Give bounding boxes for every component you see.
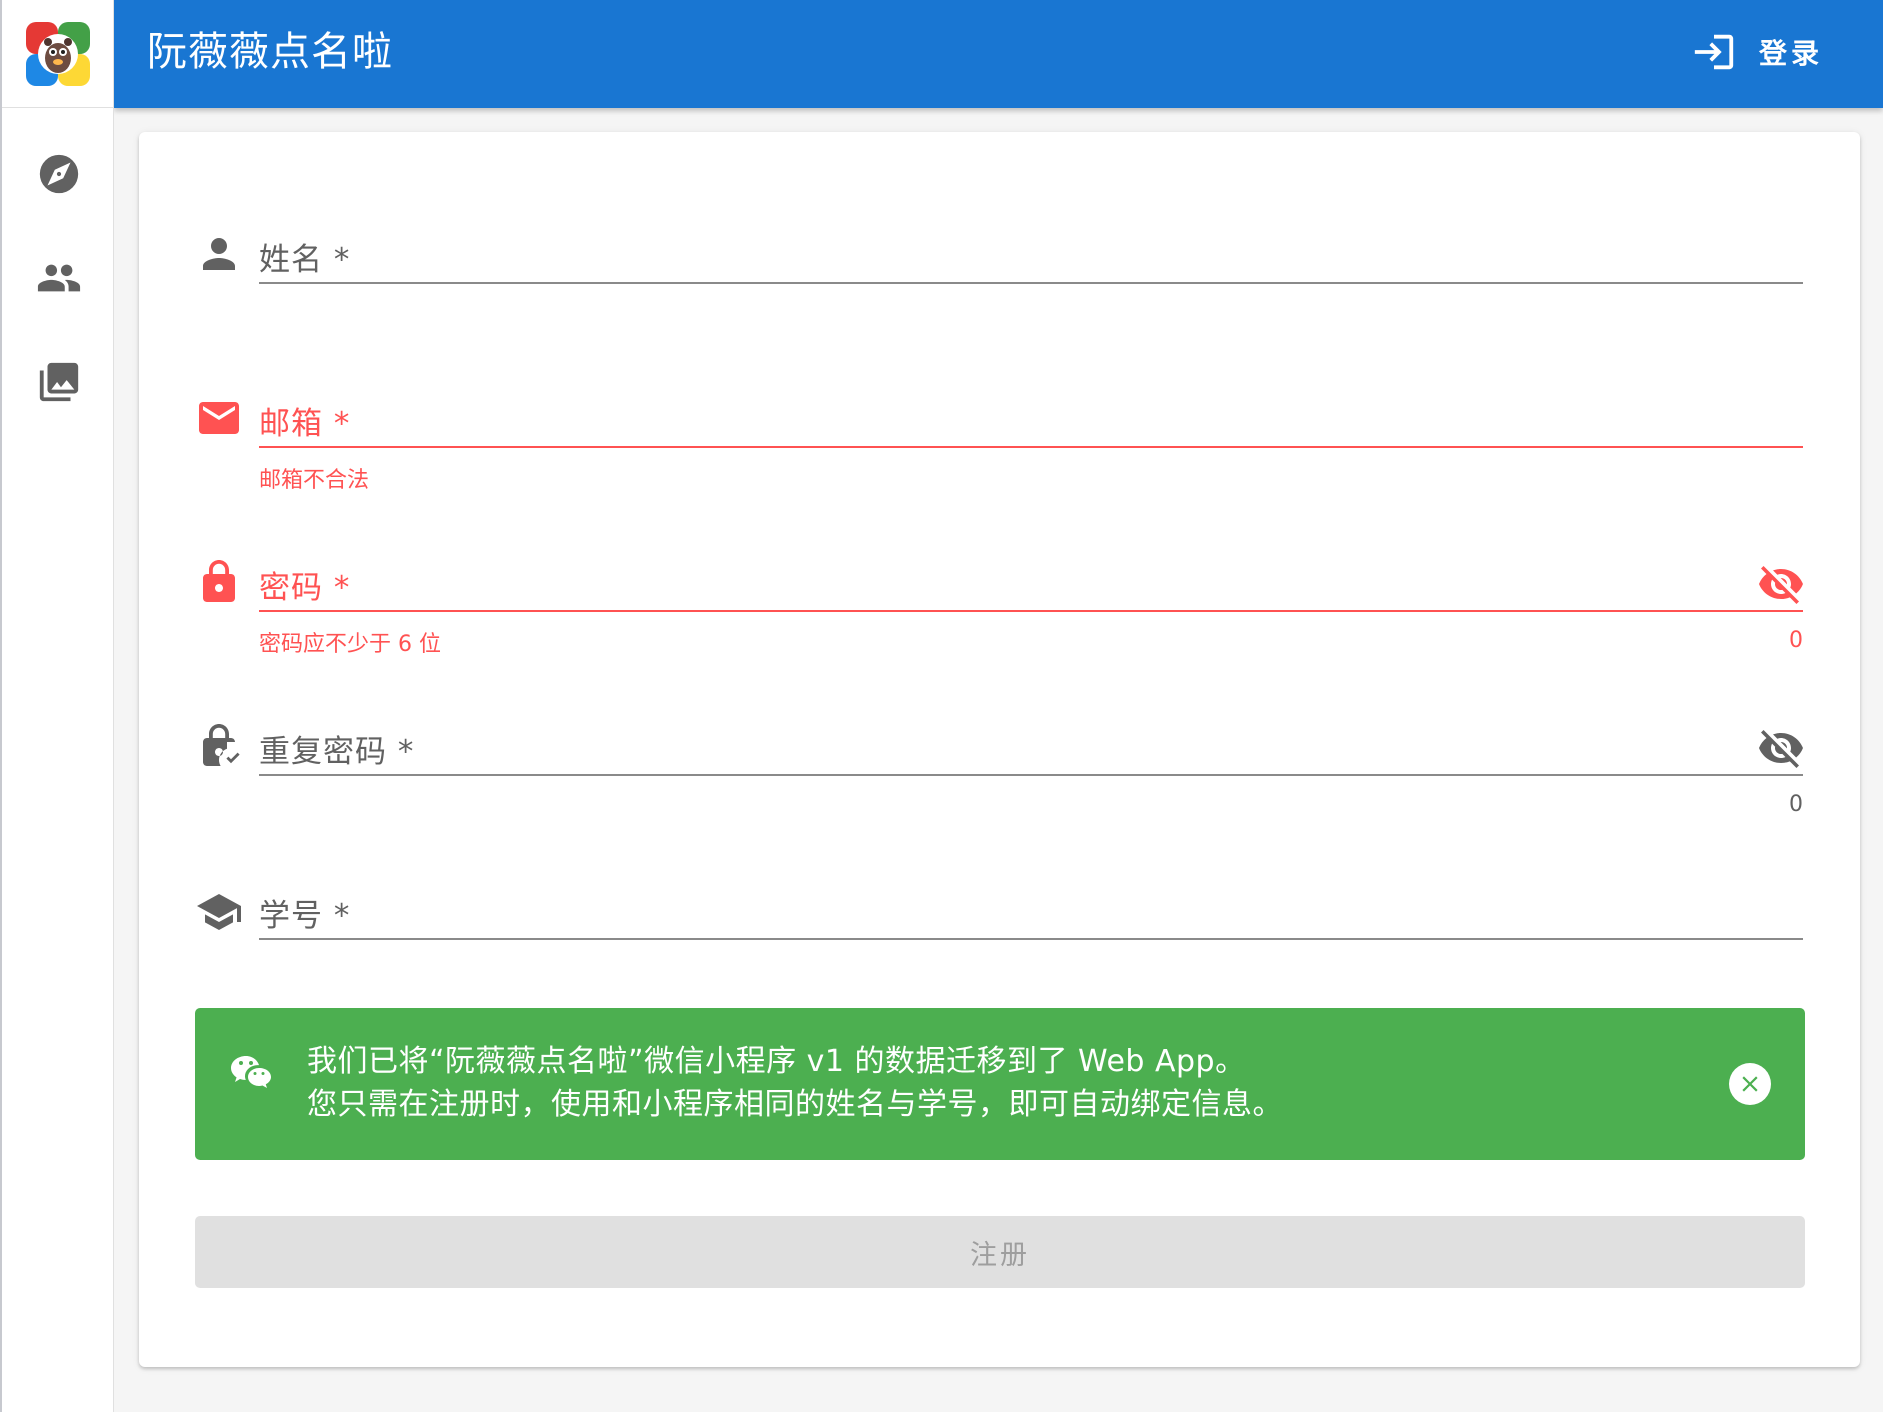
lock-check-icon <box>195 722 243 770</box>
password-error: 密码应不少于 6 位 <box>259 632 441 657</box>
login-button[interactable]: 登录 <box>1679 18 1847 86</box>
nav-groups[interactable] <box>2 246 116 310</box>
nav-rail <box>0 0 114 1412</box>
email-error: 邮箱不合法 <box>259 468 370 493</box>
login-icon <box>1694 34 1734 70</box>
repeat-password-field: 重复密码 * 0 <box>195 720 1805 840</box>
repeat-password-input[interactable] <box>259 722 1739 770</box>
app-bar: 阮薇薇点名啦 登录 <box>114 0 1883 108</box>
alert-line-2: 您只需在注册时，使用和小程序相同的姓名与学号，即可自动绑定信息。 <box>307 1087 1283 1122</box>
name-field: 姓名 * <box>195 228 1805 348</box>
password-counter: 0 <box>1789 628 1803 653</box>
student-id-underline <box>259 938 1803 940</box>
migration-alert: 我们已将“阮薇薇点名啦”微信小程序 v1 的数据迁移到了 Web App。 您只… <box>195 1008 1805 1160</box>
app-logo-image <box>25 21 90 86</box>
repeat-password-underline <box>259 774 1803 776</box>
name-underline <box>259 282 1803 284</box>
close-icon <box>1742 1076 1758 1092</box>
app-title: 阮薇薇点名啦 <box>147 29 393 75</box>
repeat-password-visibility-toggle[interactable] <box>1757 724 1805 772</box>
repeat-password-counter: 0 <box>1789 792 1803 817</box>
name-input[interactable] <box>259 230 1803 278</box>
compass-icon <box>39 154 79 194</box>
wechat-icon <box>227 1048 275 1096</box>
password-input[interactable] <box>259 558 1739 606</box>
student-id-field: 学号 * <box>195 884 1805 984</box>
alert-close-button[interactable] <box>1729 1063 1771 1105</box>
people-icon <box>37 264 81 292</box>
email-field: 邮箱 * 邮箱不合法 <box>195 392 1805 512</box>
person-icon <box>195 230 243 278</box>
email-icon <box>195 394 243 442</box>
photo-library-icon <box>39 362 79 402</box>
lock-icon <box>195 558 243 606</box>
student-id-input[interactable] <box>259 886 1803 934</box>
email-underline <box>259 446 1803 448</box>
school-icon <box>195 888 243 936</box>
nav-explore[interactable] <box>2 142 116 206</box>
register-card: 姓名 * 邮箱 * 邮箱不合法 密码 * 密码应不少于 6 位 0 重复密码 * <box>139 132 1860 1367</box>
password-field: 密码 * 密码应不少于 6 位 0 <box>195 556 1805 676</box>
alert-line-1: 我们已将“阮薇薇点名啦”微信小程序 v1 的数据迁移到了 Web App。 <box>307 1044 1246 1079</box>
nav-gallery[interactable] <box>2 350 116 414</box>
login-label: 登录 <box>1758 37 1823 70</box>
email-input[interactable] <box>259 394 1803 442</box>
eye-off-icon <box>1759 730 1803 768</box>
password-underline <box>259 610 1803 612</box>
register-button[interactable]: 注册 <box>195 1216 1805 1288</box>
alert-message: 我们已将“阮薇薇点名啦”微信小程序 v1 的数据迁移到了 Web App。 您只… <box>307 1040 1283 1126</box>
eye-off-icon <box>1759 566 1803 604</box>
password-visibility-toggle[interactable] <box>1757 560 1805 608</box>
app-logo[interactable] <box>2 0 113 108</box>
